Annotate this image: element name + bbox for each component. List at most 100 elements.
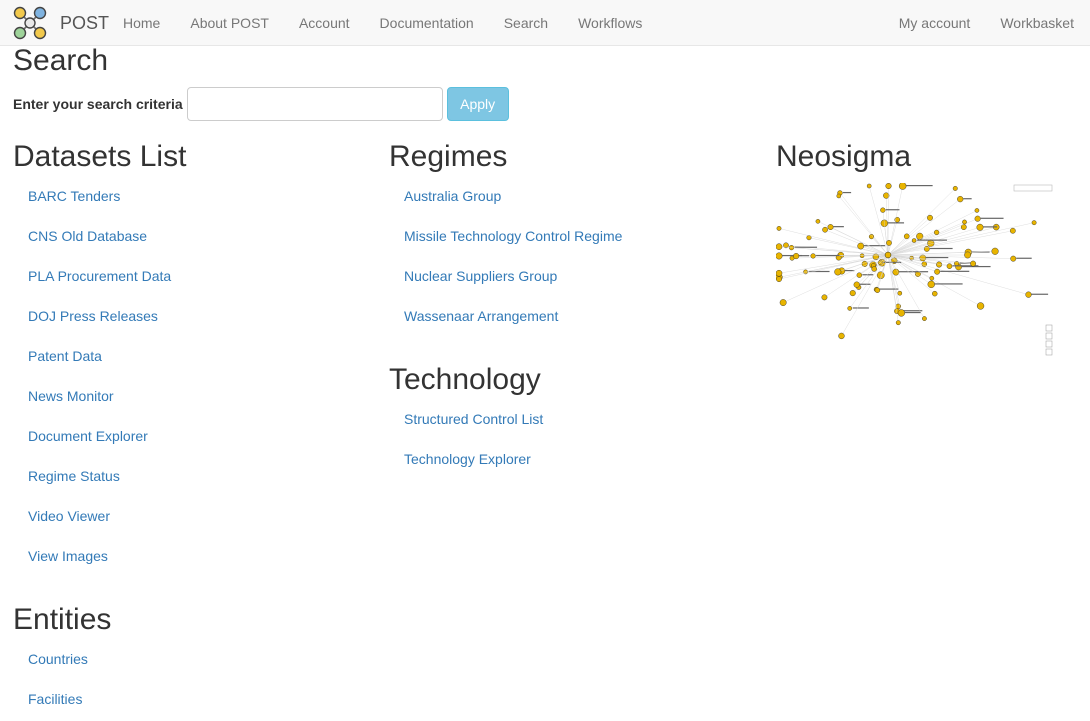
graph-hub-node — [885, 252, 891, 258]
technology-list: Structured Control List Technology Explo… — [389, 401, 543, 481]
list-item: Missile Technology Control Regime — [389, 218, 622, 258]
apply-button[interactable]: Apply — [447, 87, 509, 121]
graph-node — [964, 252, 970, 258]
nav-link-search[interactable]: Search — [504, 15, 548, 31]
dataset-link-pla-procurement-data[interactable]: PLA Procurement Data — [28, 266, 171, 286]
graph-node-label — [926, 257, 949, 258]
neosigma-title: Neosigma — [776, 140, 911, 174]
graph-node — [977, 303, 984, 310]
dataset-link-video-viewer[interactable]: Video Viewer — [28, 506, 110, 526]
graph-node — [934, 230, 939, 235]
technology-title: Technology — [389, 363, 543, 397]
nav-link-account[interactable]: Account — [299, 15, 350, 31]
technology-link-structured-control-list[interactable]: Structured Control List — [404, 409, 543, 429]
dataset-link-cns-old-database[interactable]: CNS Old Database — [28, 226, 147, 246]
graph-node-label — [834, 226, 844, 227]
nav-link-workbasket[interactable]: Workbasket — [1000, 15, 1074, 31]
graph-zoom-control — [1046, 349, 1052, 355]
entities-section: Entities Countries Facilities — [13, 603, 111, 721]
list-item: Technology Explorer — [389, 441, 543, 481]
entity-link-facilities[interactable]: Facilities — [28, 689, 82, 709]
nav-link-about-post[interactable]: About POST — [190, 15, 269, 31]
graph-node — [776, 244, 782, 250]
graph-node — [837, 194, 841, 198]
graph-node — [975, 216, 981, 222]
graph-node — [947, 264, 952, 269]
list-item: News Monitor — [13, 378, 186, 418]
graph-node — [934, 269, 939, 274]
graph-node — [898, 291, 902, 295]
dataset-link-patent-data[interactable]: Patent Data — [28, 346, 102, 366]
graph-node — [916, 233, 923, 240]
list-item: Countries — [13, 641, 111, 681]
dataset-link-news-monitor[interactable]: News Monitor — [28, 386, 114, 406]
graph-node-label — [940, 271, 969, 272]
nav-link-workflows[interactable]: Workflows — [578, 15, 642, 31]
graph-zoom-control — [1046, 325, 1052, 331]
graph-node — [834, 269, 841, 276]
search-input[interactable] — [187, 87, 443, 121]
technology-link-technology-explorer[interactable]: Technology Explorer — [404, 449, 531, 469]
graph-node — [977, 224, 984, 231]
graph-edge — [888, 220, 897, 255]
regime-link-wassenaar-arrangement[interactable]: Wassenaar Arrangement — [404, 306, 558, 326]
graph-node — [850, 290, 856, 296]
graph-node — [777, 226, 781, 230]
nav-link-home[interactable]: Home — [123, 15, 160, 31]
graph-node-label — [860, 284, 871, 285]
graph-node-label — [887, 222, 904, 223]
graph-node — [848, 306, 852, 310]
graph-node — [793, 253, 799, 259]
datasets-section: Datasets List BARC Tenders CNS Old Datab… — [13, 140, 186, 578]
brand-text: POST — [60, 13, 109, 34]
graph-node-label — [963, 198, 971, 199]
graph-node — [893, 269, 899, 275]
list-item: BARC Tenders — [13, 178, 186, 218]
nav-link-documentation[interactable]: Documentation — [380, 15, 474, 31]
graph-node — [992, 248, 999, 255]
list-item: CNS Old Database — [13, 218, 186, 258]
graph-edge — [809, 238, 888, 255]
entities-list: Countries Facilities — [13, 641, 111, 721]
graph-node-label — [983, 226, 997, 227]
graph-node — [970, 261, 975, 266]
graph-node — [854, 282, 860, 288]
list-item: Video Viewer — [13, 498, 186, 538]
graph-node-label — [795, 247, 818, 248]
graph-node-label — [930, 248, 953, 249]
graph-node — [811, 254, 816, 259]
graph-node-label — [879, 288, 898, 289]
graph-node — [899, 183, 906, 190]
graph-node — [875, 288, 880, 293]
graph-node-label — [906, 185, 933, 186]
dataset-link-view-images[interactable]: View Images — [28, 546, 108, 566]
graph-node — [828, 224, 833, 229]
top-navbar: POST Home About POST Account Documentati… — [0, 0, 1090, 46]
graph-node-label — [904, 312, 920, 313]
brand[interactable]: POST — [12, 3, 109, 43]
entity-link-countries[interactable]: Countries — [28, 649, 88, 669]
datasets-title: Datasets List — [13, 140, 186, 174]
regime-link-nuclear-suppliers-group[interactable]: Nuclear Suppliers Group — [404, 266, 557, 286]
graph-node — [896, 320, 900, 324]
neosigma-graph-image[interactable] — [776, 183, 1055, 358]
graph-node — [1026, 292, 1032, 298]
dataset-link-document-explorer[interactable]: Document Explorer — [28, 426, 148, 446]
dataset-link-regime-status[interactable]: Regime Status — [28, 466, 120, 486]
dataset-link-barc-tenders[interactable]: BARC Tenders — [28, 186, 120, 206]
network-graph — [776, 183, 1055, 358]
list-item: DOJ Press Releases — [13, 298, 186, 338]
regime-link-mtcr[interactable]: Missile Technology Control Regime — [404, 226, 622, 246]
graph-node — [857, 273, 862, 278]
regime-link-australia-group[interactable]: Australia Group — [404, 186, 501, 206]
graph-node-label — [864, 245, 885, 246]
graph-node-label — [934, 283, 962, 284]
nav-link-my-account[interactable]: My account — [899, 15, 971, 31]
graph-node — [1011, 256, 1016, 261]
graph-edge — [841, 255, 888, 336]
neosigma-section: Neosigma — [776, 140, 911, 174]
dataset-link-doj-press-releases[interactable]: DOJ Press Releases — [28, 306, 158, 326]
graph-node — [898, 310, 905, 317]
list-item: Regime Status — [13, 458, 186, 498]
graph-node — [953, 186, 957, 190]
